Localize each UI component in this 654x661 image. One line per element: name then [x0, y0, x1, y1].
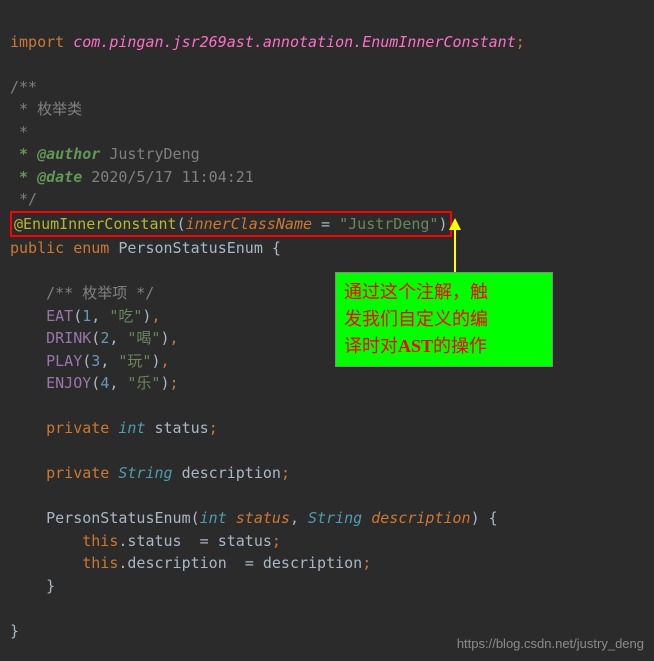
- ctor-name: PersonStatusEnum: [46, 509, 191, 527]
- highlighted-annotation: @EnumInnerConstant(innerClassName = "Jus…: [10, 211, 452, 238]
- class-close: }: [10, 622, 19, 640]
- annotation-value: "JustrDeng": [339, 215, 438, 233]
- sep: ,: [160, 352, 169, 370]
- assign-field: description: [127, 554, 226, 572]
- import-keyword: import: [10, 33, 64, 51]
- annotation-name: @EnumInnerConstant: [14, 215, 177, 233]
- callout-l3a: 译时对: [344, 336, 398, 356]
- javadoc-open: /**: [10, 78, 37, 96]
- param-name: status: [236, 509, 290, 527]
- enum-const: EAT: [46, 307, 73, 325]
- assign-val: status: [218, 532, 272, 550]
- enum-str: "喝": [127, 329, 160, 347]
- assign-val: description: [263, 554, 362, 572]
- sep: ,: [170, 329, 179, 347]
- assign-field: status: [127, 532, 181, 550]
- javadoc-date-tag: * @date: [10, 168, 82, 186]
- enum-str: "乐": [127, 374, 160, 392]
- enum-num: 2: [100, 329, 109, 347]
- javadoc-author-tag: * @author: [10, 145, 100, 163]
- callout-l3b: AST: [398, 336, 433, 356]
- enum-const: PLAY: [46, 352, 82, 370]
- type-string: String: [118, 464, 172, 482]
- callout-l1: 通过这个注解，触: [344, 282, 488, 302]
- kw-public: public: [10, 239, 64, 257]
- javadoc-line1: * 枚举类: [10, 100, 82, 118]
- annotation-param: innerClassName: [186, 215, 312, 233]
- type-int: int: [118, 419, 145, 437]
- field-status: status: [155, 419, 209, 437]
- ctor-brace: ) {: [471, 509, 498, 527]
- sep: ,: [151, 307, 160, 325]
- inner-comment: /** 枚举项 */: [46, 284, 154, 302]
- javadoc-close: */: [10, 190, 37, 208]
- kw-enum: enum: [73, 239, 109, 257]
- ctor-close: }: [46, 577, 55, 595]
- param-type: String: [308, 509, 362, 527]
- param-type: int: [200, 509, 227, 527]
- param-name: description: [371, 509, 470, 527]
- enum-const: DRINK: [46, 329, 91, 347]
- kw-private: private: [46, 419, 109, 437]
- sep: ;: [170, 374, 179, 392]
- callout-l3c: 的操作: [433, 336, 487, 356]
- enum-name: PersonStatusEnum: [118, 239, 263, 257]
- enum-num: 1: [82, 307, 91, 325]
- callout-l2: 发我们自定义的编: [344, 309, 488, 329]
- import-package: com.pingan.jsr269ast.annotation.EnumInne…: [73, 33, 516, 51]
- annotation-eq: =: [312, 215, 339, 233]
- field-description: description: [182, 464, 281, 482]
- enum-str: "玩": [118, 352, 151, 370]
- brace-open: {: [263, 239, 281, 257]
- callout-box: 通过这个注解，触 发我们自定义的编 译时对AST的操作: [335, 272, 553, 367]
- enum-num: 3: [91, 352, 100, 370]
- kw-private: private: [46, 464, 109, 482]
- enum-str: "吃": [109, 307, 142, 325]
- watermark: https://blog.csdn.net/justry_deng: [457, 634, 644, 654]
- javadoc-date-val: 2020/5/17 11:04:21: [82, 168, 254, 186]
- enum-num: 4: [100, 374, 109, 392]
- code-block: import com.pingan.jsr269ast.annotation.E…: [0, 0, 654, 650]
- kw-this: this: [82, 532, 118, 550]
- javadoc-author-val: JustryDeng: [100, 145, 199, 163]
- kw-this: this: [82, 554, 118, 572]
- javadoc-line2: *: [10, 123, 28, 141]
- enum-const: ENJOY: [46, 374, 91, 392]
